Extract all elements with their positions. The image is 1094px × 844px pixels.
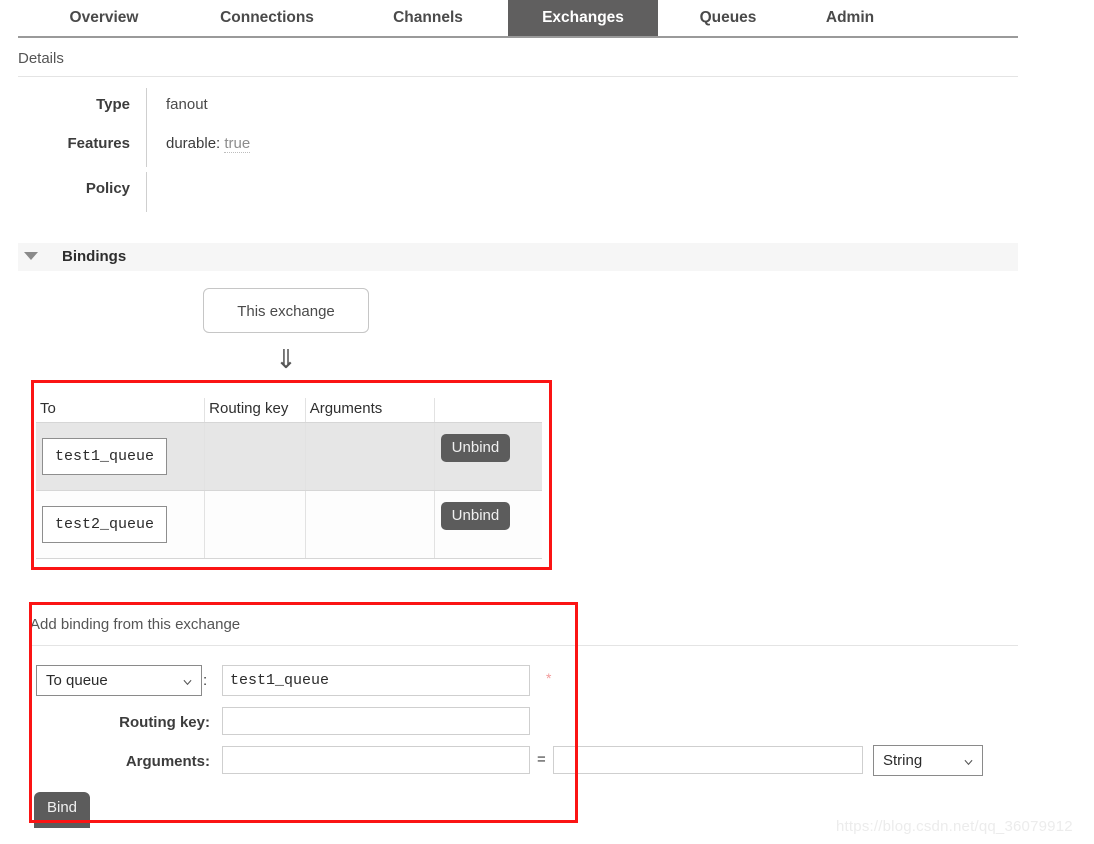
column-header-arguments: Arguments [304,398,435,423]
arguments-type-select[interactable]: String [873,745,983,776]
routing-key-label: Routing key: [119,714,210,731]
tabbar-underline [18,36,1018,38]
tab-admin[interactable]: Admin [798,0,902,36]
add-binding-heading: Add binding from this exchange [30,616,241,633]
feature-value: true [224,135,251,153]
bindings-section-title: Bindings [62,248,127,265]
tab-overview[interactable]: Overview [40,0,168,36]
tab-queues[interactable]: Queues [672,0,784,36]
required-field-marker: * [546,670,552,686]
binding-destination-select-value: To queue [46,672,108,689]
tab-connections[interactable]: Connections [188,0,346,36]
cell-routing-key [204,422,306,491]
arguments-key-input[interactable] [222,746,530,774]
this-exchange-node: This exchange [203,288,369,333]
add-binding-divider-rule [30,645,1018,646]
detail-row-features: Features durable: true [0,127,600,169]
detail-divider-policy [146,172,147,212]
cell-to: test2_queue [36,490,206,559]
unbind-button-row-2[interactable]: Unbind [440,501,511,530]
main-navigation-tabs: Overview Connections Channels Exchanges … [0,0,1018,42]
bindings-section-header[interactable] [18,243,1018,271]
column-header-routing-key: Routing key [204,398,306,423]
cell-routing-key [204,490,306,559]
routing-key-input[interactable] [222,707,530,735]
detail-label-policy: Policy [85,180,130,197]
binding-destination-input[interactable] [222,665,530,696]
bindings-table: To Routing key Arguments test1_queue Unb… [36,398,542,559]
cell-arguments [305,490,435,559]
details-divider-rule [18,76,1018,77]
detail-divider-features [146,127,147,167]
queue-link-test2[interactable]: test2_queue [42,506,168,543]
tab-channels[interactable]: Channels [366,0,490,36]
arguments-equals-separator: = [537,751,546,768]
cell-action: Unbind [434,422,542,491]
queue-link-test1[interactable]: test1_queue [42,438,168,475]
table-row: test2_queue Unbind [36,490,542,559]
bind-submit-button[interactable]: Bind [34,792,91,828]
detail-label-features: Features [67,135,130,152]
chevron-down-icon [183,679,192,685]
binding-destination-select[interactable]: To queue [36,665,202,696]
detail-label-type: Type [96,96,130,113]
table-row: test1_queue Unbind [36,422,542,491]
detail-value-type: fanout [166,96,208,113]
column-header-to: To [36,398,205,423]
cell-to: test1_queue [36,422,206,491]
arguments-label: Arguments: [125,753,210,770]
tab-exchanges[interactable]: Exchanges [508,0,658,36]
details-heading: Details [18,50,64,67]
arguments-value-input[interactable] [553,746,863,774]
detail-row-type: Type fanout [0,88,600,130]
detail-divider-type [146,88,147,128]
detail-row-policy: Policy [0,172,600,214]
watermark: https://blog.csdn.net/qq_36079912 [836,818,1073,835]
arguments-type-select-value: String [883,752,923,769]
feature-key: durable: [166,135,221,152]
cell-action: Unbind [434,490,542,559]
detail-value-features: durable: true [166,133,251,155]
column-header-actions [433,398,542,423]
bindings-table-header-row: To Routing key Arguments [36,398,542,423]
double-down-arrow-icon: ⇓ [275,344,297,374]
cell-arguments [305,422,435,491]
triangle-down-icon[interactable] [24,252,38,260]
chevron-down-icon [964,759,973,765]
destination-colon-separator: : [203,672,208,689]
unbind-button-row-1[interactable]: Unbind [440,433,511,462]
